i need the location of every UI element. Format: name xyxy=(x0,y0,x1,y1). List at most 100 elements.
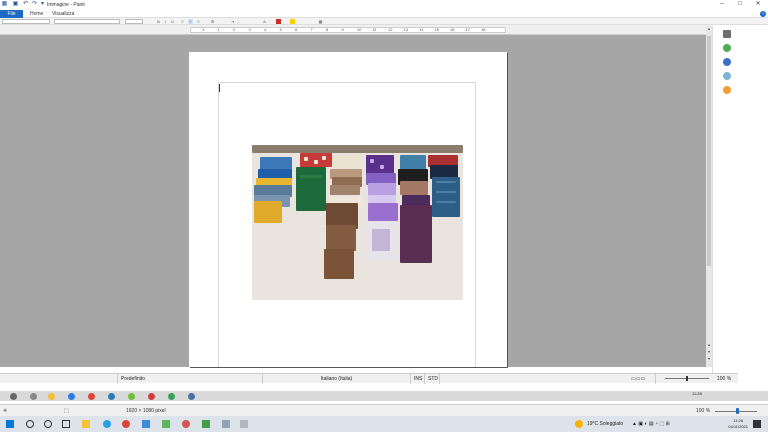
weather-text[interactable]: 19°C Soleggiato xyxy=(587,416,623,432)
status-insert-mode[interactable]: INS xyxy=(411,374,425,384)
ruler-number: 2 xyxy=(233,27,236,32)
help-icon[interactable]: ? xyxy=(760,11,766,17)
inner-taskview-icon[interactable] xyxy=(30,393,37,400)
windows-taskbar: 19°C Soleggiato ▲ ▣ ◐ ▤ ◔ ⬚ ⊞ 11:28 04/1… xyxy=(0,416,768,432)
status-language[interactable]: Italiano (Italia) xyxy=(263,374,411,384)
app-icon-5[interactable] xyxy=(222,420,230,428)
ruler-number: 6 xyxy=(295,27,298,32)
font-name-field[interactable] xyxy=(2,19,50,24)
maximize-button[interactable]: □ xyxy=(730,0,750,9)
ruler-number: 1 xyxy=(202,27,205,32)
status-view-layout[interactable]: ▭▭▭ xyxy=(628,374,656,384)
navigator-icon[interactable] xyxy=(723,72,731,80)
tray-icons[interactable]: ▲ ▣ ◐ ▤ ◔ ⬚ ⊞ xyxy=(632,416,670,432)
app-icon: ▦ xyxy=(1,1,8,7)
font-style-field[interactable] xyxy=(54,19,120,24)
app-icon-4[interactable] xyxy=(202,420,210,428)
align-right-icon[interactable]: ≡ xyxy=(196,19,201,24)
italic-icon[interactable]: I xyxy=(163,19,168,24)
bold-icon[interactable]: B xyxy=(156,19,161,24)
ruler-number: 10 xyxy=(357,27,362,32)
inner-clock: 11:28 xyxy=(692,391,702,396)
ruler-number: 3 xyxy=(248,27,251,32)
minimize-button[interactable]: – xyxy=(712,0,732,9)
align-center-icon[interactable]: ≡ xyxy=(188,19,193,24)
paint-zoom-knob[interactable] xyxy=(736,408,739,414)
status-selection-mode[interactable]: STD xyxy=(425,374,440,384)
app-icon-2[interactable] xyxy=(162,420,170,428)
inner-taskbar: 11:28 xyxy=(0,391,768,401)
status-zoom-knob[interactable] xyxy=(686,376,688,381)
ruler-number: 8 xyxy=(326,27,329,32)
ruler-number: 18 xyxy=(481,27,486,32)
font-color-swatch[interactable] xyxy=(276,19,281,24)
status-style[interactable]: Predefinito xyxy=(118,374,263,384)
ruler-number: 11 xyxy=(372,27,377,32)
ruler-number: 14 xyxy=(419,27,424,32)
chrome-icon[interactable] xyxy=(122,420,130,428)
inner-edge-icon[interactable] xyxy=(68,393,75,400)
inner-folder-icon[interactable] xyxy=(48,393,55,400)
underline-icon[interactable]: U xyxy=(170,19,175,24)
search-icon[interactable] xyxy=(26,420,34,428)
status-page xyxy=(0,374,118,384)
ribbon-tabs: File Home Visualizza ? xyxy=(0,10,768,18)
ruler-track xyxy=(190,27,506,33)
ruler-number: 16 xyxy=(450,27,455,32)
ruler: 1 1 2 3 4 5 6 7 8 9 10 11 12 13 14 15 16 17 18 xyxy=(0,25,712,35)
indent-icon[interactable]: ⇥ xyxy=(230,19,235,24)
align-left-icon[interactable]: ≡ xyxy=(180,19,185,24)
ruler-number: 13 xyxy=(403,27,408,32)
redo-icon[interactable]: ↷ xyxy=(31,1,38,8)
taskbar-clock[interactable]: 11:28 04/11/2021 xyxy=(728,418,748,430)
ruler-number: 12 xyxy=(388,27,393,32)
highlight-swatch[interactable] xyxy=(290,19,295,24)
inner-app-icon[interactable] xyxy=(108,393,115,400)
gallery-icon[interactable] xyxy=(723,58,731,66)
ruler-number: 15 xyxy=(434,27,439,32)
paint-taskbar-icon[interactable] xyxy=(240,420,248,428)
text-cursor xyxy=(219,84,220,92)
right-sidebar xyxy=(712,26,768,373)
inner-app5-icon[interactable] xyxy=(188,393,195,400)
status-bar: Predefinito Italiano (Italia) INS STD ▭▭… xyxy=(0,373,738,384)
tab-home[interactable]: Home xyxy=(26,10,47,18)
functions-icon[interactable] xyxy=(723,86,731,94)
font-size-field[interactable] xyxy=(125,19,143,24)
formatting-toolbar: B I U ≡ ≡ ≡ ☰ ⇥ A ▦ xyxy=(0,18,768,25)
color-icon[interactable]: A xyxy=(262,19,267,24)
fabric-photo[interactable] xyxy=(252,145,463,300)
ruler-number: 1 xyxy=(217,27,220,32)
weather-icon[interactable] xyxy=(575,420,583,428)
close-button[interactable]: ✕ xyxy=(748,0,768,9)
paint-status-bar: ✛ ⬚ 1920 × 1080 pixel 100 % xyxy=(0,404,768,416)
undo-icon[interactable]: ↶ xyxy=(22,1,29,8)
table-icon[interactable]: ▦ xyxy=(318,19,323,24)
notification-icon[interactable] xyxy=(753,420,761,428)
inner-chrome-icon[interactable] xyxy=(88,393,95,400)
app-icon-1[interactable] xyxy=(142,420,150,428)
edge-icon[interactable] xyxy=(103,420,111,428)
customize-icon[interactable]: ▾ xyxy=(39,1,46,8)
tab-view[interactable]: Visualizza xyxy=(48,10,78,18)
tab-file[interactable]: File xyxy=(0,10,23,18)
list-icon[interactable]: ☰ xyxy=(210,19,215,24)
cortana-icon[interactable] xyxy=(44,420,52,428)
inner-app3-icon[interactable] xyxy=(148,393,155,400)
title-bar: ▦ ▣ ↶ ↷ ▾ Immagine - Paint – □ ✕ xyxy=(0,0,768,10)
taskview-icon[interactable] xyxy=(62,420,70,428)
ruler-number: 9 xyxy=(341,27,344,32)
save-icon[interactable]: ▣ xyxy=(12,1,19,8)
start-icon[interactable] xyxy=(6,420,14,428)
ruler-number: 7 xyxy=(310,27,313,32)
inner-app2-icon[interactable] xyxy=(128,393,135,400)
app-icon-3[interactable] xyxy=(182,420,190,428)
inner-search-icon[interactable] xyxy=(10,393,17,400)
inner-app4-icon[interactable] xyxy=(168,393,175,400)
properties-icon[interactable] xyxy=(723,30,731,38)
styles-icon[interactable] xyxy=(723,44,731,52)
ruler-number: 5 xyxy=(279,27,282,32)
status-zoom-value[interactable]: 100 % xyxy=(714,374,738,384)
explorer-icon[interactable] xyxy=(82,420,90,428)
scroll-thumb[interactable] xyxy=(707,36,711,266)
